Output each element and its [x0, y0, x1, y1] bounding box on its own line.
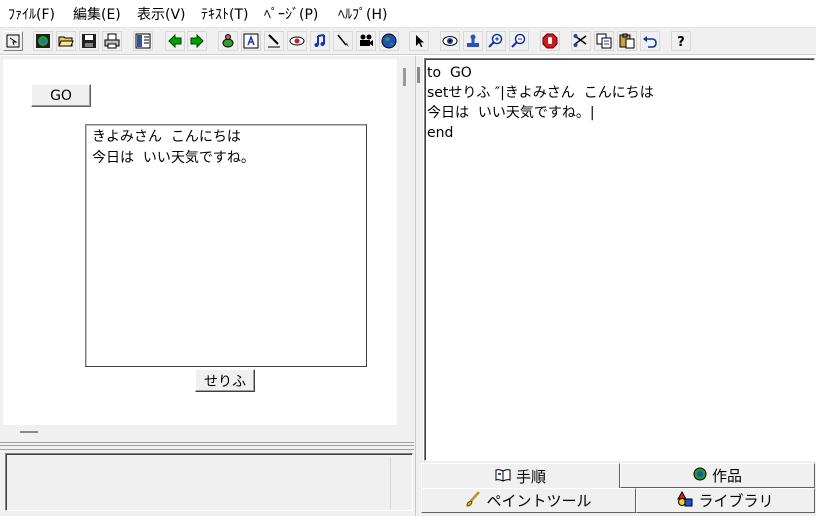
undo-icon[interactable]: [640, 31, 660, 51]
help-icon[interactable]: ?: [671, 31, 691, 51]
eye-icon[interactable]: [440, 31, 460, 51]
select-arrow-icon[interactable]: [409, 31, 429, 51]
menu-view[interactable]: 表示(V): [137, 7, 186, 23]
zoom-out-icon[interactable]: [509, 31, 529, 51]
save-disk-icon[interactable]: [79, 31, 99, 51]
music-note-icon[interactable]: [310, 31, 330, 51]
tab-library-label: ライブラリ: [698, 492, 774, 510]
print-icon[interactable]: [102, 31, 122, 51]
tab-procedure[interactable]: 手順: [421, 463, 620, 490]
globe-icon[interactable]: [379, 31, 399, 51]
tab-strip: 手順 作品 ペイントツール ライブラリ: [421, 461, 816, 516]
eye-shape-icon[interactable]: [287, 31, 307, 51]
tab-paint-tool[interactable]: ペイントツール: [421, 488, 636, 513]
pane-splitter[interactable]: [0, 442, 414, 450]
tab-paint-tool-label: ペイントツール: [486, 492, 592, 510]
svg-text:?: ?: [677, 35, 685, 49]
open-folder-icon[interactable]: [56, 31, 76, 51]
tab-library[interactable]: ライブラリ: [636, 488, 815, 513]
stamp-icon[interactable]: [463, 31, 483, 51]
forward-arrow-icon[interactable]: [187, 31, 207, 51]
cut-icon[interactable]: [571, 31, 591, 51]
page-hscroll-thumb[interactable]: [20, 431, 38, 433]
paste-icon[interactable]: [617, 31, 637, 51]
page-textbox[interactable]: きよみさん こんにちは 今日は いい天気ですね。: [85, 124, 367, 367]
code-line: end: [427, 125, 454, 141]
pointer-mode-icon[interactable]: [3, 31, 23, 51]
splitter-grip[interactable]: [417, 67, 420, 83]
turtle-icon[interactable]: [218, 31, 238, 51]
code-line: 今日は いい天気ですね。|: [427, 105, 595, 121]
shapes-icon: [677, 490, 693, 511]
script-editor[interactable]: to GO setせりふ ″|きよみさん こんにちは 今日は いい天気ですね。| en…: [424, 58, 815, 461]
world-icon[interactable]: [33, 31, 53, 51]
copy-icon[interactable]: [594, 31, 614, 51]
message-area[interactable]: [5, 453, 413, 511]
page-scroll-thumb[interactable]: [403, 68, 406, 86]
code-line: to GO: [427, 65, 472, 81]
zoom-in-icon[interactable]: [486, 31, 506, 51]
menu-edit[interactable]: 編集(E): [73, 7, 121, 23]
serifu-button[interactable]: せりふ: [195, 369, 255, 392]
tab-works[interactable]: 作品: [620, 463, 815, 488]
menu-help[interactable]: ﾍﾙﾌﾟ(H): [338, 7, 387, 23]
message-area-divider: [390, 457, 391, 509]
vertical-splitter[interactable]: [415, 56, 423, 516]
menu-file[interactable]: ﾌｧｲﾙ(F): [8, 7, 55, 23]
tab-procedure-label: 手順: [515, 468, 546, 486]
world-icon: [693, 467, 707, 485]
brush-icon[interactable]: [333, 31, 353, 51]
toolbar: ?: [0, 27, 816, 55]
go-button[interactable]: GO: [31, 84, 91, 107]
movie-camera-icon[interactable]: [356, 31, 376, 51]
book-icon: [495, 468, 511, 486]
menu-text[interactable]: ﾃｷｽﾄ(T): [201, 7, 248, 23]
menu-page[interactable]: ﾍﾟｰｼﾞ(P): [264, 7, 318, 23]
paintbrush-icon: [465, 490, 481, 511]
page-layout-icon[interactable]: [133, 31, 153, 51]
menu-bar: ﾌｧｲﾙ(F) 編集(E) 表示(V) ﾃｷｽﾄ(T) ﾍﾟｰｼﾞ(P) ﾍﾙﾌ…: [0, 0, 816, 27]
textbox-line: 今日は いい天気ですね。: [92, 150, 255, 166]
textbox-line: きよみさん こんにちは: [92, 129, 241, 145]
text-box-icon[interactable]: [241, 31, 261, 51]
code-line: setせりふ ″|きよみさん こんにちは: [427, 85, 654, 101]
stop-hand-icon[interactable]: [540, 31, 560, 51]
tab-works-label: 作品: [711, 467, 742, 485]
pen-icon[interactable]: [264, 31, 284, 51]
back-arrow-icon[interactable]: [165, 31, 185, 51]
